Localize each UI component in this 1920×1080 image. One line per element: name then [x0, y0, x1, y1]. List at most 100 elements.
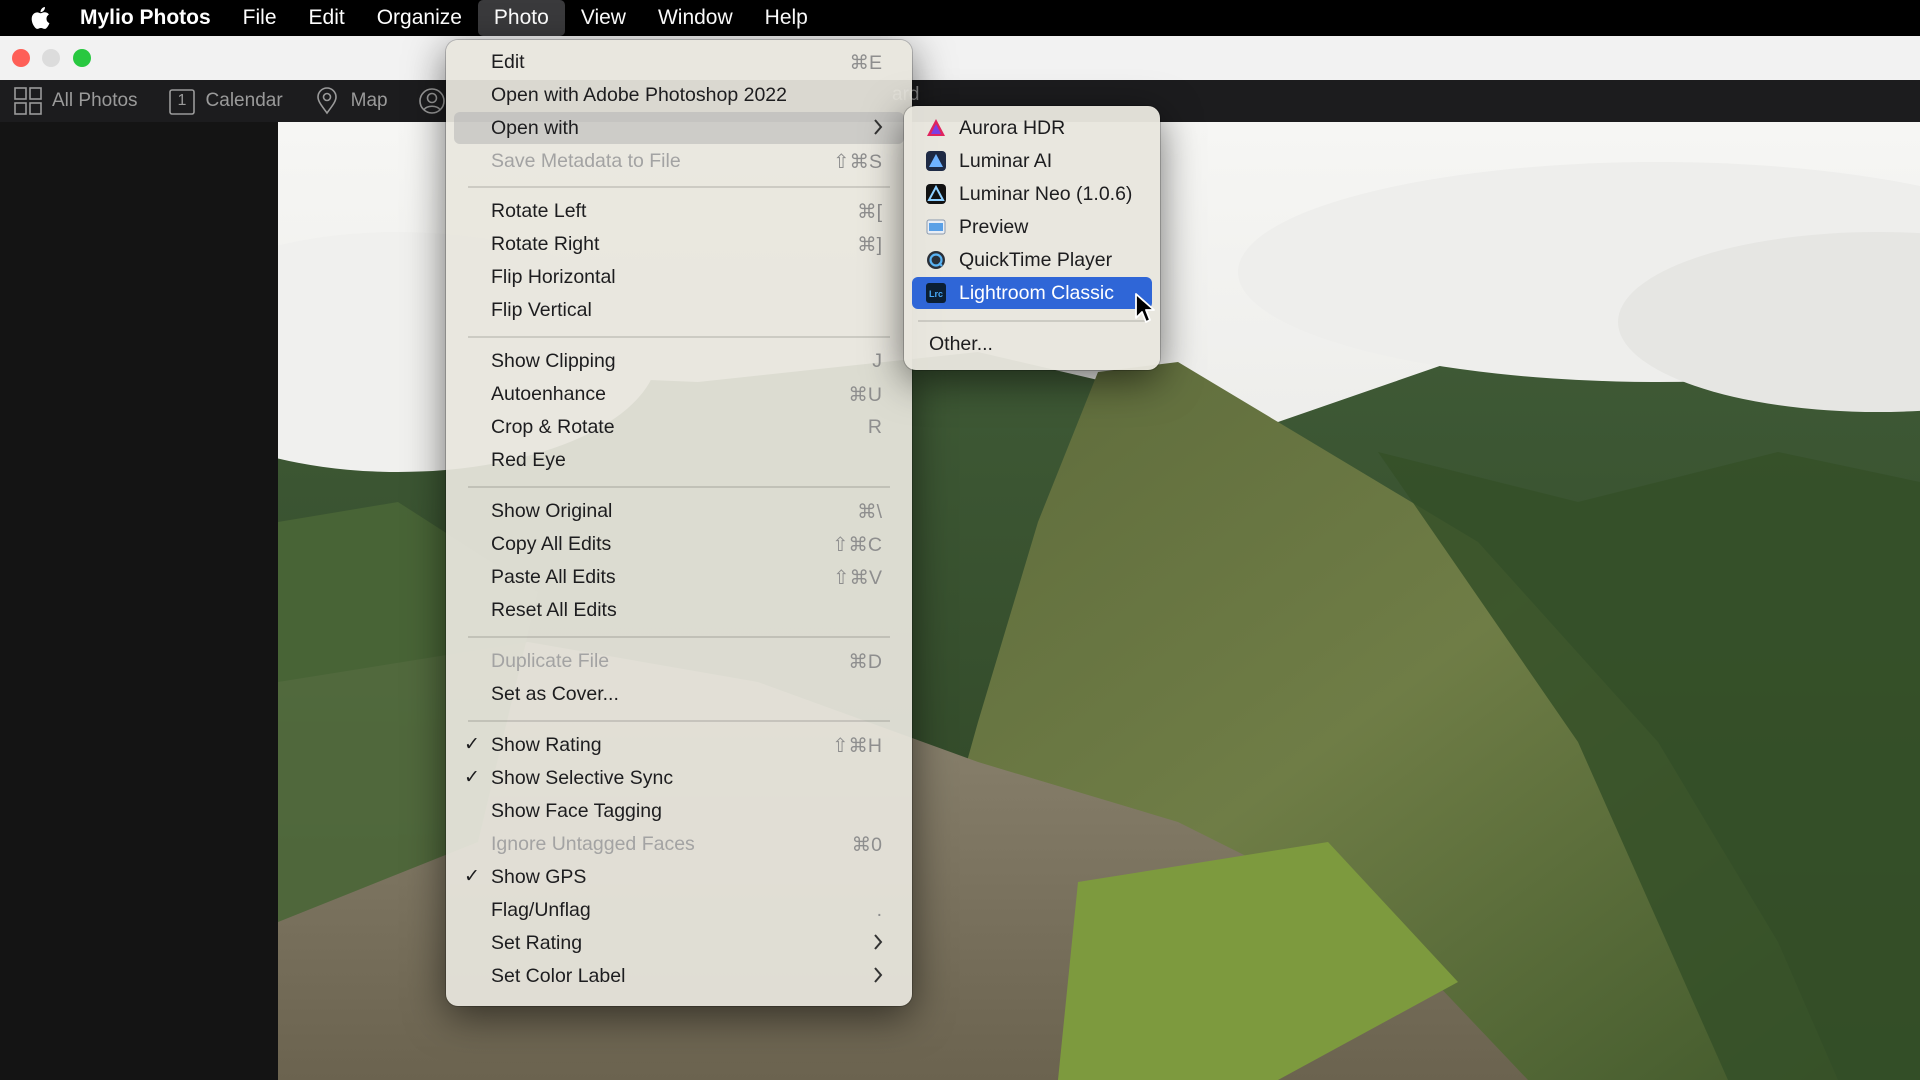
menubar-help[interactable]: Help — [749, 0, 824, 36]
quicktime-icon — [926, 250, 946, 270]
menu-item-label: Show Clipping — [491, 350, 616, 372]
all-photos-label: All Photos — [52, 90, 138, 111]
menu-item-rotate-right[interactable]: Rotate Right ⌘] — [454, 228, 904, 260]
menu-item-shortcut: ⌘] — [857, 234, 882, 256]
menu-separator — [468, 486, 890, 488]
submenu-item-label: Lightroom Classic — [959, 282, 1114, 304]
menu-item-shortcut: J — [872, 350, 882, 372]
lightroom-classic-badge: Lrc — [929, 289, 943, 299]
menu-item-label: Crop & Rotate — [491, 416, 615, 438]
menu-item-red-eye[interactable]: Red Eye — [454, 444, 904, 476]
menu-item-label: Show Original — [491, 500, 613, 522]
menubar-organize[interactable]: Organize — [361, 0, 478, 36]
menu-item-save-metadata: Save Metadata to File ⇧⌘S — [454, 145, 904, 177]
photo-menu-dropdown: Edit ⌘E Open with Adobe Photoshop 2022 O… — [446, 40, 912, 1006]
menu-item-flip-vertical[interactable]: Flip Vertical — [454, 294, 904, 326]
menu-item-show-rating[interactable]: ✓ Show Rating ⇧⌘H — [454, 729, 904, 761]
menu-item-set-as-cover[interactable]: Set as Cover... — [454, 678, 904, 710]
menu-item-shortcut: R — [867, 416, 882, 438]
menu-item-label: Show Face Tagging — [491, 800, 662, 822]
chevron-right-icon — [872, 933, 884, 957]
submenu-item-aurora-hdr[interactable]: Aurora HDR — [912, 112, 1152, 144]
submenu-item-label: QuickTime Player — [959, 249, 1113, 271]
menu-item-rotate-left[interactable]: Rotate Left ⌘[ — [454, 195, 904, 227]
menu-item-shortcut: ⇧⌘V — [833, 567, 882, 589]
menu-item-edit[interactable]: Edit ⌘E — [454, 46, 904, 78]
menu-item-label: Rotate Right — [491, 233, 600, 255]
close-window-button[interactable] — [12, 49, 30, 67]
grid-icon — [14, 87, 42, 115]
open-with-submenu: Aurora HDR Luminar AI Luminar Neo (1.0.6… — [904, 106, 1160, 370]
menu-item-label: Show Rating — [491, 734, 602, 756]
menubar-view[interactable]: View — [565, 0, 642, 36]
menu-item-flip-horizontal[interactable]: Flip Horizontal — [454, 261, 904, 293]
mouse-pointer-icon — [1134, 292, 1156, 329]
menu-item-label: Set Color Label — [491, 965, 626, 987]
menu-item-set-color-label[interactable]: Set Color Label — [454, 960, 904, 992]
submenu-item-label: Luminar Neo (1.0.6) — [959, 183, 1133, 205]
menu-item-show-face-tagging[interactable]: Show Face Tagging — [454, 795, 904, 827]
submenu-item-other[interactable]: Other... — [912, 328, 1152, 360]
menu-separator — [468, 636, 890, 638]
menu-item-paste-all-edits[interactable]: Paste All Edits ⇧⌘V — [454, 561, 904, 593]
menu-item-shortcut: ⇧⌘S — [833, 151, 882, 173]
minimize-window-button[interactable] — [42, 49, 60, 67]
menu-item-copy-all-edits[interactable]: Copy All Edits ⇧⌘C — [454, 528, 904, 560]
submenu-item-lightroom-classic[interactable]: Lrc Lightroom Classic — [912, 277, 1152, 309]
menu-item-shortcut: ⌘[ — [857, 201, 882, 223]
all-photos-button[interactable]: All Photos — [14, 87, 138, 115]
person-icon — [418, 87, 446, 115]
menu-item-label: Ignore Untagged Faces — [491, 833, 695, 855]
lightroom-classic-icon: Lrc — [926, 283, 946, 303]
menu-item-set-rating[interactable]: Set Rating — [454, 927, 904, 959]
menu-item-flag-unflag[interactable]: Flag/Unflag . — [454, 894, 904, 926]
preview-icon — [926, 217, 946, 237]
submenu-item-quicktime-player[interactable]: QuickTime Player — [912, 244, 1152, 276]
sidebar — [0, 122, 278, 1080]
menu-item-open-with-photoshop[interactable]: Open with Adobe Photoshop 2022 — [454, 79, 904, 111]
menu-item-show-original[interactable]: Show Original ⌘\ — [454, 495, 904, 527]
menu-item-show-selective-sync[interactable]: ✓ Show Selective Sync — [454, 762, 904, 794]
menu-item-shortcut: . — [876, 899, 882, 921]
apple-menu-icon[interactable] — [0, 6, 80, 30]
people-button[interactable] — [418, 87, 446, 115]
checkmark-icon: ✓ — [464, 866, 480, 887]
chevron-right-icon — [872, 118, 884, 142]
menu-item-show-clipping[interactable]: Show Clipping J — [454, 345, 904, 377]
menu-item-autoenhance[interactable]: Autoenhance ⌘U — [454, 378, 904, 410]
menu-item-label: Paste All Edits — [491, 566, 616, 588]
menu-item-reset-all-edits[interactable]: Reset All Edits — [454, 594, 904, 626]
menu-item-label: Show Selective Sync — [491, 767, 674, 789]
menubar-edit[interactable]: Edit — [293, 0, 361, 36]
menu-item-label: Set Rating — [491, 932, 583, 954]
calendar-icon: 1 — [168, 87, 196, 115]
window-titlebar — [0, 36, 1920, 80]
menubar-photo[interactable]: Photo — [477, 0, 565, 36]
menu-item-label: Open with — [491, 117, 579, 139]
chevron-right-icon — [872, 966, 884, 990]
menu-item-shortcut: ⌘0 — [851, 834, 882, 856]
menu-separator — [468, 186, 890, 188]
menu-item-show-gps[interactable]: ✓ Show GPS — [454, 861, 904, 893]
menu-item-shortcut: ⌘U — [848, 384, 882, 406]
menu-item-crop-rotate[interactable]: Crop & Rotate R — [454, 411, 904, 443]
menu-item-label: Flip Vertical — [491, 299, 592, 321]
aurora-hdr-icon — [926, 118, 946, 138]
menu-item-label: Autoenhance — [491, 383, 606, 405]
submenu-item-preview[interactable]: Preview — [912, 211, 1152, 243]
submenu-item-luminar-ai[interactable]: Luminar AI — [912, 145, 1152, 177]
menu-item-label: Red Eye — [491, 449, 566, 471]
map-button[interactable]: Map — [313, 87, 388, 115]
submenu-item-luminar-neo[interactable]: Luminar Neo (1.0.6) — [912, 178, 1152, 210]
luminar-ai-icon — [926, 151, 946, 171]
menubar-app-name[interactable]: Mylio Photos — [80, 0, 227, 36]
menubar-window[interactable]: Window — [642, 0, 749, 36]
menu-item-shortcut: ⌘D — [848, 651, 882, 673]
menu-item-label: Flip Horizontal — [491, 266, 616, 288]
menubar-file[interactable]: File — [227, 0, 293, 36]
calendar-button[interactable]: 1 Calendar — [168, 87, 283, 115]
menu-item-open-with[interactable]: Open with — [454, 112, 904, 144]
zoom-window-button[interactable] — [73, 49, 91, 67]
map-label: Map — [350, 90, 388, 111]
menu-item-ignore-untagged-faces: Ignore Untagged Faces ⌘0 — [454, 828, 904, 860]
